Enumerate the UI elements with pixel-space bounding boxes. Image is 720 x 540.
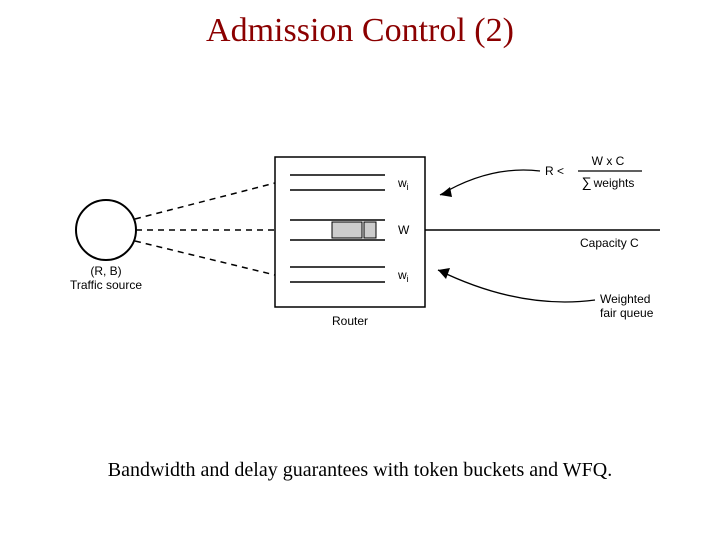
formula-denominator: ∑weights: [582, 174, 635, 190]
wfq-arrowhead: [438, 268, 450, 279]
weight-mid: W: [398, 223, 410, 237]
dashed-link-top: [135, 183, 275, 219]
wfq-arrow: [438, 270, 595, 302]
source-params: (R, B): [90, 264, 121, 278]
slide-title: Admission Control (2): [0, 12, 720, 50]
capacity-label: Capacity C: [580, 236, 639, 250]
traffic-source-circle: [76, 200, 136, 260]
weight-bot: wi: [397, 268, 409, 284]
formula-lhs: R <: [545, 164, 564, 178]
wfq-diagram: (R, B) Traffic source Router wi W wi Cap…: [40, 135, 680, 355]
formula-numerator: W x C: [592, 154, 625, 168]
packet-small: [364, 222, 376, 238]
router-label: Router: [332, 314, 368, 328]
packet-large: [332, 222, 362, 238]
weight-top: wi: [397, 176, 409, 192]
slide-caption: Bandwidth and delay guarantees with toke…: [0, 459, 720, 482]
wfq-label-1: Weighted: [600, 292, 650, 306]
formula-arrow: [440, 170, 540, 195]
dashed-link-bot: [135, 241, 275, 275]
source-label: Traffic source: [70, 278, 142, 292]
wfq-label-2: fair queue: [600, 306, 654, 320]
formula-arrowhead: [440, 187, 452, 197]
